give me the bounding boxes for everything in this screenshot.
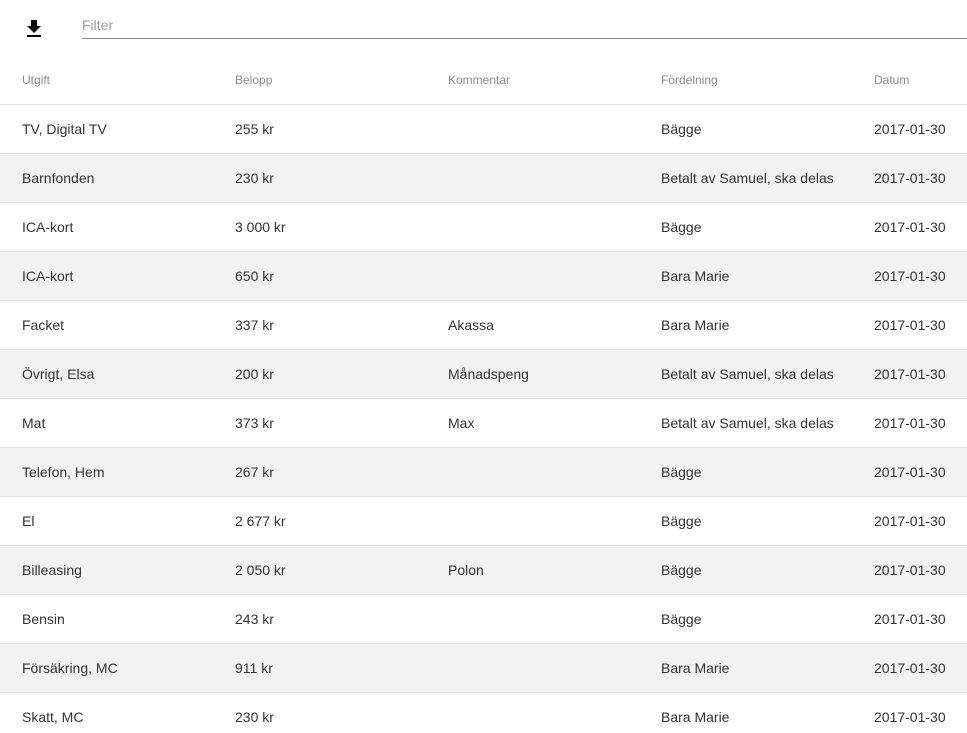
cell-belopp: 243 kr bbox=[213, 594, 426, 644]
cell-fordelning: Betalt av Samuel, ska delas bbox=[639, 398, 852, 448]
table-body: TV, Digital TV 255 kr Bägge 2017-01-30 Barnf… bbox=[0, 104, 967, 733]
table-row[interactable]: Facket 337 kr Akassa Bara Marie 2017-01-30 bbox=[0, 300, 967, 350]
cell-datum: 2017-01-30 bbox=[852, 594, 967, 644]
table-row[interactable]: TV, Digital TV 255 kr Bägge 2017-01-30 bbox=[0, 104, 967, 154]
cell-utgift: ICA-kort bbox=[0, 202, 213, 252]
cell-belopp: 2 677 kr bbox=[213, 496, 426, 546]
cell-fordelning: Bägge bbox=[639, 104, 852, 154]
cell-utgift: TV, Digital TV bbox=[0, 104, 213, 154]
cell-utgift: Skatt, MC bbox=[0, 692, 213, 733]
cell-datum: 2017-01-30 bbox=[852, 104, 967, 154]
cell-belopp: 373 kr bbox=[213, 398, 426, 448]
cell-kommentar bbox=[426, 104, 639, 154]
cell-kommentar bbox=[426, 251, 639, 301]
cell-fordelning: Bara Marie bbox=[639, 643, 852, 693]
column-header-belopp[interactable]: Belopp bbox=[213, 56, 426, 105]
cell-fordelning: Bara Marie bbox=[639, 692, 852, 733]
cell-datum: 2017-01-30 bbox=[852, 300, 967, 350]
cell-belopp: 911 kr bbox=[213, 643, 426, 693]
cell-datum: 2017-01-30 bbox=[852, 447, 967, 497]
cell-datum: 2017-01-30 bbox=[852, 692, 967, 733]
cell-belopp: 650 kr bbox=[213, 251, 426, 301]
table-row[interactable]: ICA-kort 3 000 kr Bägge 2017-01-30 bbox=[0, 202, 967, 252]
filter-field bbox=[82, 14, 967, 39]
table-row[interactable]: Billeasing 2 050 kr Polon Bägge 2017-01-30 bbox=[0, 545, 967, 595]
cell-utgift: Försäkring, MC bbox=[0, 643, 213, 693]
cell-belopp: 2 050 kr bbox=[213, 545, 426, 595]
cell-kommentar: Polon bbox=[426, 545, 639, 595]
table-row[interactable]: Telefon, Hem 267 kr Bägge 2017-01-30 bbox=[0, 447, 967, 497]
cell-belopp: 337 kr bbox=[213, 300, 426, 350]
cell-datum: 2017-01-30 bbox=[852, 496, 967, 546]
cell-belopp: 230 kr bbox=[213, 153, 426, 203]
cell-datum: 2017-01-30 bbox=[852, 251, 967, 301]
cell-utgift: Billeasing bbox=[0, 545, 213, 595]
cell-fordelning: Bägge bbox=[639, 545, 852, 595]
cell-fordelning: Betalt av Samuel, ska delas bbox=[639, 153, 852, 203]
cell-kommentar bbox=[426, 202, 639, 252]
cell-kommentar bbox=[426, 153, 639, 203]
cell-kommentar: Akassa bbox=[426, 300, 639, 350]
table-row[interactable]: Barnfonden 230 kr Betalt av Samuel, ska de… bbox=[0, 153, 967, 203]
table-row[interactable]: Mat 373 kr Max Betalt av Samuel, ska delas 2… bbox=[0, 398, 967, 448]
cell-belopp: 255 kr bbox=[213, 104, 426, 154]
column-header-utgift[interactable]: Utgift bbox=[0, 56, 213, 105]
cell-datum: 2017-01-30 bbox=[852, 153, 967, 203]
cell-utgift: Telefon, Hem bbox=[0, 447, 213, 497]
cell-datum: 2017-01-30 bbox=[852, 202, 967, 252]
table-row[interactable]: Bensin 243 kr Bägge 2017-01-30 bbox=[0, 594, 967, 644]
cell-datum: 2017-01-30 bbox=[852, 398, 967, 448]
cell-utgift: Barnfonden bbox=[0, 153, 213, 203]
cell-kommentar: Månadspeng bbox=[426, 349, 639, 399]
cell-utgift: Övrigt, Elsa bbox=[0, 349, 213, 399]
table-row[interactable]: Försäkring, MC 911 kr Bara Marie 2017-01-30 bbox=[0, 643, 967, 693]
cell-utgift: El bbox=[0, 496, 213, 546]
cell-fordelning: Bara Marie bbox=[639, 251, 852, 301]
table-row[interactable]: ICA-kort 650 kr Bara Marie 2017-01-30 bbox=[0, 251, 967, 301]
download-icon bbox=[27, 20, 41, 37]
table-row[interactable]: El 2 677 kr Bägge 2017-01-30 bbox=[0, 496, 967, 546]
cell-fordelning: Bägge bbox=[639, 447, 852, 497]
cell-belopp: 3 000 kr bbox=[213, 202, 426, 252]
cell-kommentar: Max bbox=[426, 398, 639, 448]
cell-kommentar bbox=[426, 447, 639, 497]
cell-kommentar bbox=[426, 643, 639, 693]
cell-fordelning: Bägge bbox=[639, 202, 852, 252]
table-row[interactable]: Skatt, MC 230 kr Bara Marie 2017-01-30 bbox=[0, 692, 967, 733]
toolbar bbox=[0, 0, 967, 56]
cell-belopp: 267 kr bbox=[213, 447, 426, 497]
cell-kommentar bbox=[426, 692, 639, 733]
table-row[interactable]: Övrigt, Elsa 200 kr Månadspeng Betalt av Sa… bbox=[0, 349, 967, 399]
cell-utgift: Facket bbox=[0, 300, 213, 350]
cell-fordelning: Betalt av Samuel, ska delas bbox=[639, 349, 852, 399]
cell-datum: 2017-01-30 bbox=[852, 643, 967, 693]
cell-fordelning: Bägge bbox=[639, 594, 852, 644]
expense-table: Utgift Belopp Kommentar Fördelning Datum… bbox=[0, 56, 967, 733]
column-header-datum[interactable]: Datum bbox=[852, 56, 967, 105]
cell-utgift: Mat bbox=[0, 398, 213, 448]
cell-belopp: 200 kr bbox=[213, 349, 426, 399]
cell-utgift: Bensin bbox=[0, 594, 213, 644]
cell-datum: 2017-01-30 bbox=[852, 349, 967, 399]
download-button[interactable] bbox=[22, 17, 46, 41]
filter-input[interactable] bbox=[82, 14, 967, 36]
column-header-kommentar[interactable]: Kommentar bbox=[426, 56, 639, 105]
cell-belopp: 230 kr bbox=[213, 692, 426, 733]
table-header-row: Utgift Belopp Kommentar Fördelning Datum bbox=[0, 56, 967, 105]
column-header-fordelning[interactable]: Fördelning bbox=[639, 56, 852, 105]
cell-utgift: ICA-kort bbox=[0, 251, 213, 301]
cell-datum: 2017-01-30 bbox=[852, 545, 967, 595]
cell-fordelning: Bara Marie bbox=[639, 300, 852, 350]
cell-fordelning: Bägge bbox=[639, 496, 852, 546]
cell-kommentar bbox=[426, 594, 639, 644]
cell-kommentar bbox=[426, 496, 639, 546]
